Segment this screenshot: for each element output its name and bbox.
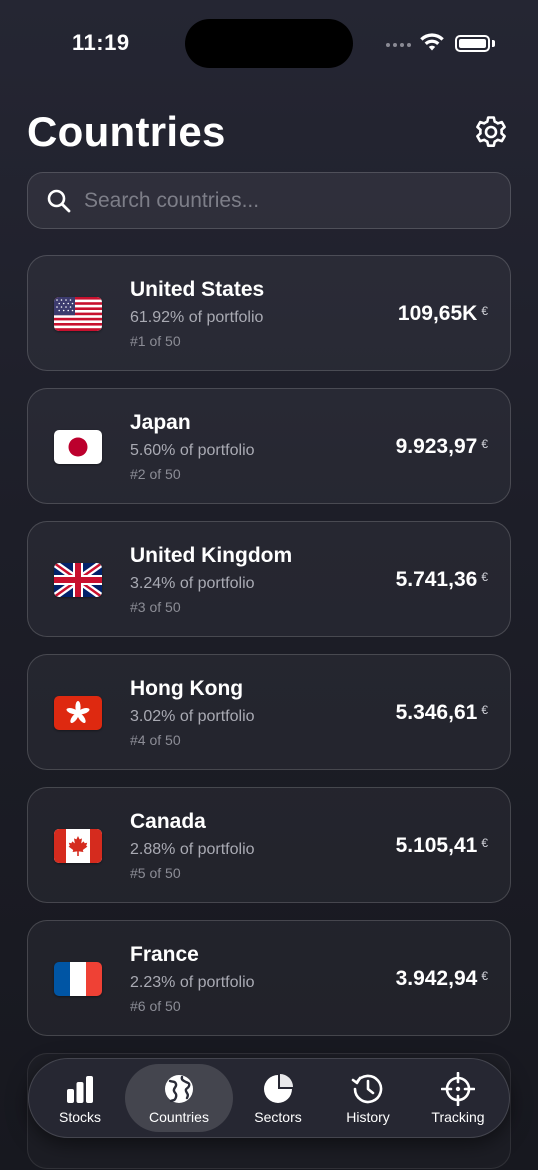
clock-history-icon — [351, 1074, 383, 1103]
country-list: United States 61.92% of portfolio #1 of … — [27, 255, 511, 1170]
tab-label: Countries — [149, 1108, 209, 1125]
country-rank: #2 of 50 — [130, 466, 181, 482]
currency-symbol: € — [481, 437, 488, 451]
currency-symbol: € — [481, 969, 488, 983]
portfolio-percentage: 2.88% of portfolio — [130, 841, 255, 858]
dynamic-island — [185, 19, 353, 68]
search-bar[interactable] — [27, 172, 511, 229]
gear-icon — [476, 116, 506, 147]
country-rank: #1 of 50 — [130, 333, 181, 349]
status-bar: 11:19 — [0, 0, 538, 90]
battery-icon — [455, 35, 490, 52]
crosshair-icon — [441, 1071, 475, 1106]
country-value: 5.741,36 € — [396, 568, 488, 592]
country-name: United Kingdom — [130, 544, 293, 567]
tab-label: Stocks — [58, 1108, 101, 1125]
status-time: 11:19 — [72, 30, 130, 55]
country-name: Japan — [130, 411, 191, 434]
ca-flag-icon — [54, 829, 102, 863]
battery-tip — [492, 40, 495, 47]
country-row-canada[interactable]: Canada 2.88% of portfolio #5 of 50 5.105… — [27, 787, 511, 903]
country-value: 3.942,94 € — [396, 967, 488, 991]
value-amount: 9.923,97 — [395, 435, 478, 458]
cellular-signal-icon — [386, 43, 411, 47]
pie-chart-icon — [264, 1073, 293, 1103]
country-name: France — [130, 943, 199, 966]
value-amount: 3.942,94 — [395, 967, 478, 990]
search-input[interactable] — [84, 188, 464, 213]
value-amount: 5.105,41 — [395, 834, 478, 857]
currency-symbol: € — [481, 836, 488, 850]
country-rank: #4 of 50 — [130, 732, 181, 748]
currency-symbol: € — [481, 304, 488, 318]
country-value: 9.923,97 € — [396, 435, 488, 459]
currency-symbol: € — [481, 570, 488, 584]
country-row-france[interactable]: France 2.23% of portfolio #6 of 50 3.942… — [27, 920, 511, 1036]
value-amount: 5.346,61 — [395, 701, 478, 724]
jp-flag-icon — [54, 430, 102, 464]
gb-flag-icon — [54, 563, 102, 597]
globe-icon — [165, 1074, 193, 1103]
value-amount: 5.741,36 — [395, 568, 478, 591]
portfolio-percentage: 3.02% of portfolio — [130, 708, 255, 725]
us-flag-icon — [54, 297, 102, 331]
fr-flag-icon — [54, 962, 102, 996]
country-rank: #5 of 50 — [130, 865, 181, 881]
country-rank: #3 of 50 — [130, 599, 181, 615]
country-value: 5.346,61 € — [396, 701, 488, 725]
portfolio-percentage: 3.24% of portfolio — [130, 575, 255, 592]
bar-chart-icon — [67, 1075, 93, 1103]
portfolio-percentage: 61.92% of portfolio — [130, 309, 264, 326]
portfolio-percentage: 2.23% of portfolio — [130, 974, 255, 991]
tab-tracking[interactable]: Tracking — [413, 1064, 503, 1132]
tab-history[interactable]: History — [323, 1064, 413, 1132]
value-amount: 109,65K — [397, 302, 478, 325]
country-name: Hong Kong — [130, 677, 244, 700]
settings-button[interactable] — [472, 113, 510, 151]
country-value: 109,65K € — [398, 302, 488, 326]
country-row-hong-kong[interactable]: Hong Kong 3.02% of portfolio #4 of 50 5.… — [27, 654, 511, 770]
tab-label: History — [346, 1108, 390, 1125]
country-row-united-kingdom[interactable]: United Kingdom 3.24% of portfolio #3 of … — [27, 521, 511, 637]
currency-symbol: € — [481, 703, 488, 717]
country-value: 5.105,41 € — [396, 834, 488, 858]
country-name: Canada — [130, 810, 206, 833]
wifi-icon — [419, 32, 445, 57]
tab-label: Sectors — [254, 1108, 302, 1125]
tab-bar: Stocks Countries Sectors History Trackin… — [28, 1058, 510, 1138]
tab-sectors[interactable]: Sectors — [233, 1064, 323, 1132]
portfolio-percentage: 5.60% of portfolio — [130, 442, 255, 459]
search-icon — [47, 189, 71, 212]
tab-label: Tracking — [431, 1108, 485, 1125]
tab-stocks[interactable]: Stocks — [35, 1064, 125, 1132]
page-title: Countries — [27, 108, 226, 155]
country-name: United States — [130, 278, 265, 301]
country-row-japan[interactable]: Japan 5.60% of portfolio #2 of 50 9.923,… — [27, 388, 511, 504]
country-rank: #6 of 50 — [130, 998, 181, 1014]
country-row-united-states[interactable]: United States 61.92% of portfolio #1 of … — [27, 255, 511, 371]
hk-flag-icon — [54, 696, 102, 730]
tab-countries[interactable]: Countries — [125, 1064, 233, 1132]
